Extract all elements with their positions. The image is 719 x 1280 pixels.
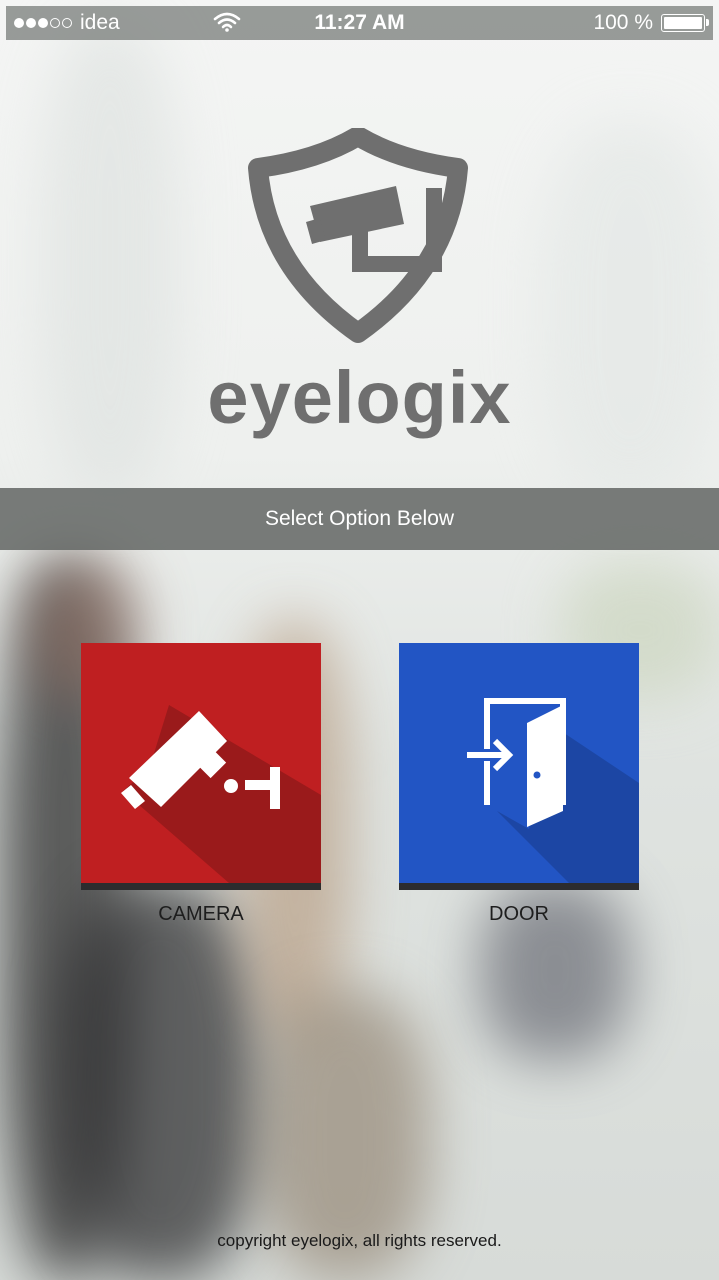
camera-option-label: CAMERA: [158, 903, 244, 925]
brand-name: eyelogix: [207, 356, 512, 439]
door-option-label: DOOR: [489, 903, 549, 925]
status-bar: idea 11:27 AM 100 %: [6, 6, 713, 40]
battery-percent: 100 %: [593, 11, 653, 34]
camera-tile-base: [81, 883, 321, 890]
copyright-text: copyright eyelogix, all rights reserved.: [217, 1231, 502, 1250]
security-camera-icon: [121, 705, 321, 883]
door-tile-face: [399, 643, 639, 883]
camera-option-button[interactable]: [81, 643, 321, 890]
battery-status: 100 %: [593, 11, 709, 35]
door-tile-base: [399, 883, 639, 890]
battery-icon: [661, 14, 709, 32]
select-option-banner: Select Option Below: [0, 488, 719, 550]
camera-tile-face: [81, 643, 321, 883]
door-option-button[interactable]: [399, 643, 639, 890]
shield-camera-icon: [248, 128, 468, 343]
door-enter-icon: [467, 698, 639, 883]
